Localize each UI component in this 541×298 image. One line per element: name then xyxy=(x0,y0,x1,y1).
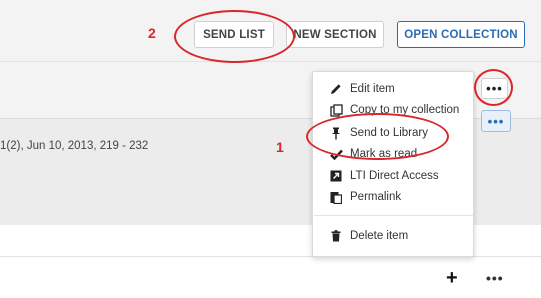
menu-item-delete-item[interactable]: Delete item xyxy=(329,227,408,245)
menu-item-permalink[interactable]: Permalink xyxy=(329,188,401,206)
open-collection-button[interactable]: OPEN COLLECTION xyxy=(397,21,525,48)
annotation-marker-2: 2 xyxy=(148,25,156,41)
menu-item-lti-direct-access[interactable]: LTI Direct Access xyxy=(329,167,439,185)
footer-row xyxy=(0,256,541,298)
menu-item-label: Mark as read xyxy=(350,148,418,160)
trash-icon xyxy=(329,230,343,242)
item-more-options-button[interactable]: ••• xyxy=(481,110,511,132)
menu-divider xyxy=(314,215,473,216)
menu-item-label: LTI Direct Access xyxy=(350,170,439,182)
menu-item-edit-item[interactable]: Edit item xyxy=(329,80,395,98)
annotation-marker-1: 1 xyxy=(276,139,284,155)
check-icon xyxy=(329,149,343,160)
pencil-icon xyxy=(329,83,343,95)
external-link-icon xyxy=(329,170,343,182)
add-icon[interactable]: + xyxy=(446,268,458,288)
section-more-options-button[interactable]: ••• xyxy=(481,78,508,99)
clipboard-icon xyxy=(329,191,343,204)
pin-icon xyxy=(329,127,343,140)
menu-item-label: Copy to my collection xyxy=(350,104,460,116)
menu-item-label: Edit item xyxy=(350,83,395,95)
menu-item-send-to-library[interactable]: Send to Library xyxy=(329,124,428,142)
menu-item-mark-as-read[interactable]: Mark as read xyxy=(329,145,417,163)
footer-more-options-button[interactable]: ••• xyxy=(486,270,504,286)
menu-item-label: Send to Library xyxy=(350,127,428,139)
item-actions-menu: Edit item Copy to my collection Send to … xyxy=(312,71,474,257)
menu-item-label: Delete item xyxy=(350,230,409,242)
item-citation: 1(2), Jun 10, 2013, 219 - 232 xyxy=(0,140,149,152)
send-list-button[interactable]: SEND LIST xyxy=(194,21,274,48)
copy-icon xyxy=(329,103,343,117)
new-section-button[interactable]: NEW SECTION xyxy=(286,21,384,48)
menu-item-label: Permalink xyxy=(350,191,402,203)
menu-item-copy-to-my-collection[interactable]: Copy to my collection xyxy=(329,101,459,119)
